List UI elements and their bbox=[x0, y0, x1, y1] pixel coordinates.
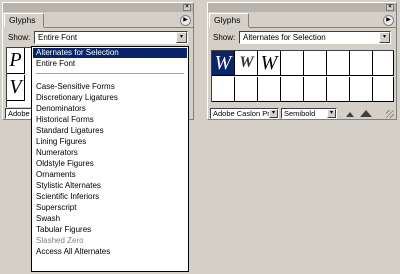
panel-menu-icon[interactable]: ▶ bbox=[383, 15, 394, 26]
tab-divider bbox=[249, 27, 396, 28]
menu-item-historical-forms[interactable]: Historical Forms bbox=[33, 115, 187, 125]
show-dropdown-value: Alternates for Selection bbox=[243, 33, 326, 42]
show-dropdown[interactable]: Alternates for Selection ▾ bbox=[239, 31, 391, 44]
menu-item-lining-figures[interactable]: Lining Figures bbox=[33, 137, 187, 147]
chevron-down-icon[interactable]: ▾ bbox=[379, 32, 390, 43]
menu-item-denominators[interactable]: Denominators bbox=[33, 104, 187, 114]
menu-item-stylistic-alternates[interactable]: Stylistic Alternates bbox=[33, 181, 187, 191]
menu-item-access-all-alternates[interactable]: Access All Alternates bbox=[33, 247, 187, 257]
font-style-dropdown[interactable]: Semibold ▾ bbox=[281, 108, 337, 119]
glyph-cell[interactable] bbox=[281, 51, 304, 76]
chevron-down-icon[interactable]: ▾ bbox=[269, 109, 278, 118]
close-icon[interactable]: × bbox=[386, 4, 394, 11]
glyph-cell[interactable] bbox=[350, 77, 373, 102]
menu-item-ornaments[interactable]: Ornaments bbox=[33, 170, 187, 180]
panel-titlebar[interactable] bbox=[3, 3, 193, 12]
glyph-grid: W W W bbox=[211, 50, 394, 102]
menu-item-superscript[interactable]: Superscript bbox=[33, 203, 187, 213]
glyph-cell[interactable] bbox=[304, 77, 327, 102]
tab-divider bbox=[44, 27, 193, 28]
swash-glyph: W bbox=[239, 54, 253, 71]
glyph-cell[interactable] bbox=[212, 77, 235, 102]
menu-item-standard-ligatures[interactable]: Standard Ligatures bbox=[33, 126, 187, 136]
panel-titlebar[interactable] bbox=[208, 3, 396, 12]
chevron-down-icon[interactable]: ▾ bbox=[327, 109, 336, 118]
font-style-value: Semibold bbox=[284, 109, 316, 118]
glyph-cell[interactable] bbox=[235, 77, 258, 102]
menu-item-entire-font[interactable]: Entire Font bbox=[33, 59, 187, 69]
glyph-cell[interactable] bbox=[304, 51, 327, 76]
font-family-dropdown[interactable]: Adobe bbox=[5, 108, 33, 119]
menu-item-numerators[interactable]: Numerators bbox=[33, 148, 187, 158]
glyph-cell[interactable]: W bbox=[235, 51, 258, 76]
menu-item-oldstyle-figures[interactable]: Oldstyle Figures bbox=[33, 159, 187, 169]
font-family-value: Adobe Caslon Pr bbox=[213, 109, 270, 118]
chevron-down-icon[interactable]: ▾ bbox=[176, 32, 187, 43]
show-label: Show: bbox=[213, 33, 236, 42]
font-family-dropdown[interactable]: Adobe Caslon Pr ▾ bbox=[210, 108, 279, 119]
panel-menu-icon[interactable]: ▶ bbox=[180, 15, 191, 26]
menu-item-discretionary-ligatures[interactable]: Discretionary Ligatures bbox=[33, 93, 187, 103]
menu-item-alternates-for-selection[interactable]: Alternates for Selection bbox=[33, 48, 187, 58]
glyph-grid: P V bbox=[6, 47, 32, 107]
menu-separator bbox=[36, 73, 184, 74]
glyph-cell[interactable] bbox=[350, 51, 373, 76]
glyph-cell[interactable] bbox=[327, 51, 350, 76]
tab-glyphs[interactable]: Glyphs bbox=[209, 13, 249, 27]
zoom-in-icon[interactable] bbox=[360, 110, 372, 117]
glyphs-panel-right: × Glyphs ▶ Show: Alternates for Selectio… bbox=[207, 2, 397, 120]
glyph-cell[interactable] bbox=[258, 77, 281, 102]
glyph-cell[interactable]: W bbox=[212, 51, 235, 76]
menu-item-tabular-figures[interactable]: Tabular Figures bbox=[33, 225, 187, 235]
glyph-cell[interactable]: W bbox=[258, 51, 281, 76]
show-label: Show: bbox=[8, 33, 31, 42]
glyph-cell[interactable] bbox=[373, 51, 394, 76]
glyph-cell[interactable]: V bbox=[7, 75, 25, 101]
show-menu: Alternates for Selection Entire Font Cas… bbox=[31, 46, 189, 272]
menu-item-slashed-zero: Slashed Zero bbox=[36, 236, 84, 245]
glyph-cell[interactable]: P bbox=[7, 48, 25, 74]
menu-item-scientific-inferiors[interactable]: Scientific Inferiors bbox=[33, 192, 187, 202]
glyph-cell[interactable] bbox=[327, 77, 350, 102]
glyph-cell[interactable] bbox=[281, 77, 304, 102]
glyph-cell[interactable] bbox=[373, 77, 394, 102]
show-dropdown-value: Entire Font bbox=[38, 33, 78, 42]
show-dropdown[interactable]: Entire Font ▾ bbox=[34, 31, 188, 44]
close-icon[interactable]: × bbox=[183, 4, 191, 11]
tab-glyphs[interactable]: Glyphs bbox=[4, 13, 44, 27]
menu-item-case-sensitive-forms[interactable]: Case-Sensitive Forms bbox=[33, 82, 187, 92]
menu-item-swash[interactable]: Swash bbox=[33, 214, 187, 224]
zoom-out-icon[interactable] bbox=[346, 112, 354, 117]
resize-grip-icon[interactable] bbox=[386, 110, 394, 118]
